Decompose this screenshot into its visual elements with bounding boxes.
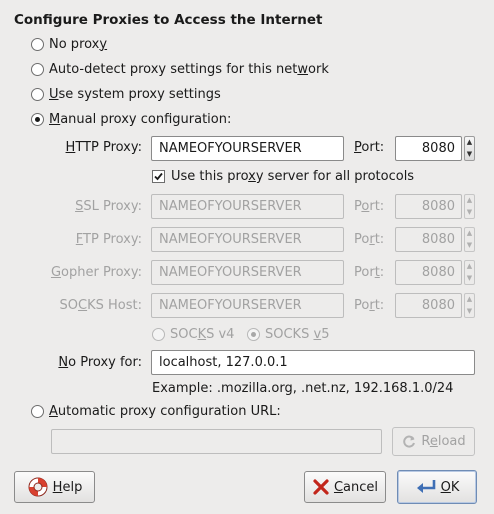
use-for-all-checkbox[interactable]: Use this proxy server for all protocols <box>152 169 414 184</box>
ssl-proxy-input[interactable]: NAMEOFYOURSERVER <box>151 194 344 219</box>
socks-v4-label: SOCKS v4 <box>170 326 235 342</box>
socks-port-stepper[interactable]: ▲ ▼ <box>464 293 475 318</box>
gopher-proxy-input[interactable]: NAMEOFYOURSERVER <box>151 260 344 285</box>
cancel-label: Cancel <box>333 479 379 495</box>
socks-v5-radio[interactable]: SOCKS v5 <box>247 325 329 343</box>
chevron-up-icon[interactable]: ▲ <box>467 197 472 204</box>
socks-port-input[interactable]: 8080 <box>395 293 462 318</box>
socks-host-label: SOCKS Host: <box>59 298 142 313</box>
ssl-port-stepper[interactable]: ▲ ▼ <box>464 194 475 219</box>
chevron-up-icon[interactable]: ▲ <box>467 230 472 237</box>
gopher-proxy-label: Gopher Proxy: <box>50 265 142 280</box>
checkmark-icon <box>154 172 163 181</box>
reload-icon <box>403 435 416 447</box>
ok-label: OK <box>440 479 460 495</box>
auto-proxy-url-label: Automatic proxy configuration URL: <box>49 403 281 419</box>
lifebuoy-icon <box>28 477 48 497</box>
no-proxy-for-input[interactable]: localhost, 127.0.0.1 <box>151 350 475 375</box>
http-port-label: Port: <box>354 140 385 155</box>
no-proxy-radio[interactable]: No proxy <box>31 35 107 53</box>
gopher-port-input[interactable]: 8080 <box>395 260 462 285</box>
socks-host-input[interactable]: NAMEOFYOURSERVER <box>151 293 344 318</box>
no-proxy-for-label: No Proxy for: <box>58 355 142 370</box>
radio-indicator[interactable] <box>31 112 44 126</box>
ftp-port-stepper[interactable]: ▲ ▼ <box>464 227 475 252</box>
chevron-up-icon[interactable]: ▲ <box>467 296 472 303</box>
ftp-proxy-label: FTP Proxy: <box>75 232 142 247</box>
no-proxy-label: No proxy <box>49 36 108 52</box>
chevron-down-icon[interactable]: ▼ <box>467 307 472 315</box>
radio-indicator[interactable] <box>152 327 165 341</box>
gopher-port-label: Port: <box>354 265 385 280</box>
auto-detect-radio[interactable]: Auto-detect proxy settings for this netw… <box>31 60 329 78</box>
ftp-proxy-input[interactable]: NAMEOFYOURSERVER <box>151 227 344 252</box>
use-for-all-label: Use this proxy server for all protocols <box>171 169 415 184</box>
radio-indicator[interactable] <box>31 37 44 51</box>
radio-indicator[interactable] <box>31 87 44 101</box>
cancel-x-icon <box>313 479 329 495</box>
http-proxy-input[interactable]: NAMEOFYOURSERVER <box>151 136 344 161</box>
radio-indicator[interactable] <box>247 327 260 341</box>
auto-proxy-url-radio[interactable]: Automatic proxy configuration URL: <box>31 402 281 420</box>
ftp-port-input[interactable]: 8080 <box>395 227 462 252</box>
enter-arrow-icon <box>416 480 435 493</box>
reload-label: Reload <box>421 434 466 449</box>
help-label: Help <box>52 479 83 495</box>
manual-proxy-label: Manual proxy configuration: <box>49 111 232 127</box>
gopher-port-stepper[interactable]: ▲ ▼ <box>464 260 475 285</box>
chevron-down-icon[interactable]: ▼ <box>467 241 472 249</box>
http-proxy-label: HTTP Proxy: <box>65 140 142 155</box>
socks-port-label: Port: <box>354 298 385 313</box>
ssl-port-input[interactable]: 8080 <box>395 194 462 219</box>
no-proxy-example: Example: .mozilla.org, .net.nz, 192.168.… <box>152 381 454 396</box>
socks-v4-radio[interactable]: SOCKS v4 <box>152 325 234 343</box>
http-port-input[interactable]: 8080 <box>395 136 462 161</box>
chevron-down-icon[interactable]: ▼ <box>467 274 472 282</box>
system-proxy-label: Use system proxy settings <box>49 86 221 102</box>
ok-button[interactable]: OK <box>397 470 477 504</box>
chevron-down-icon[interactable]: ▼ <box>467 150 472 158</box>
socks-v5-label: SOCKS v5 <box>265 326 330 342</box>
manual-proxy-radio[interactable]: Manual proxy configuration: <box>31 110 231 128</box>
http-port-stepper[interactable]: ▲ ▼ <box>464 136 475 161</box>
system-proxy-radio[interactable]: Use system proxy settings <box>31 85 221 103</box>
cancel-button[interactable]: Cancel <box>304 471 386 503</box>
ssl-port-label: Port: <box>354 199 385 214</box>
radio-indicator[interactable] <box>31 62 44 76</box>
auto-detect-label: Auto-detect proxy settings for this netw… <box>49 61 329 77</box>
chevron-up-icon[interactable]: ▲ <box>467 139 472 146</box>
chevron-down-icon[interactable]: ▼ <box>467 208 472 216</box>
auto-proxy-url-input[interactable] <box>51 429 382 454</box>
ssl-proxy-label: SSL Proxy: <box>75 199 142 214</box>
dialog-title: Configure Proxies to Access the Internet <box>14 12 323 28</box>
help-button[interactable]: Help <box>14 471 95 503</box>
radio-indicator[interactable] <box>31 404 44 418</box>
chevron-up-icon[interactable]: ▲ <box>467 263 472 270</box>
checkbox-indicator[interactable] <box>152 170 165 183</box>
ftp-port-label: Port: <box>354 232 385 247</box>
reload-button[interactable]: Reload <box>392 427 475 456</box>
